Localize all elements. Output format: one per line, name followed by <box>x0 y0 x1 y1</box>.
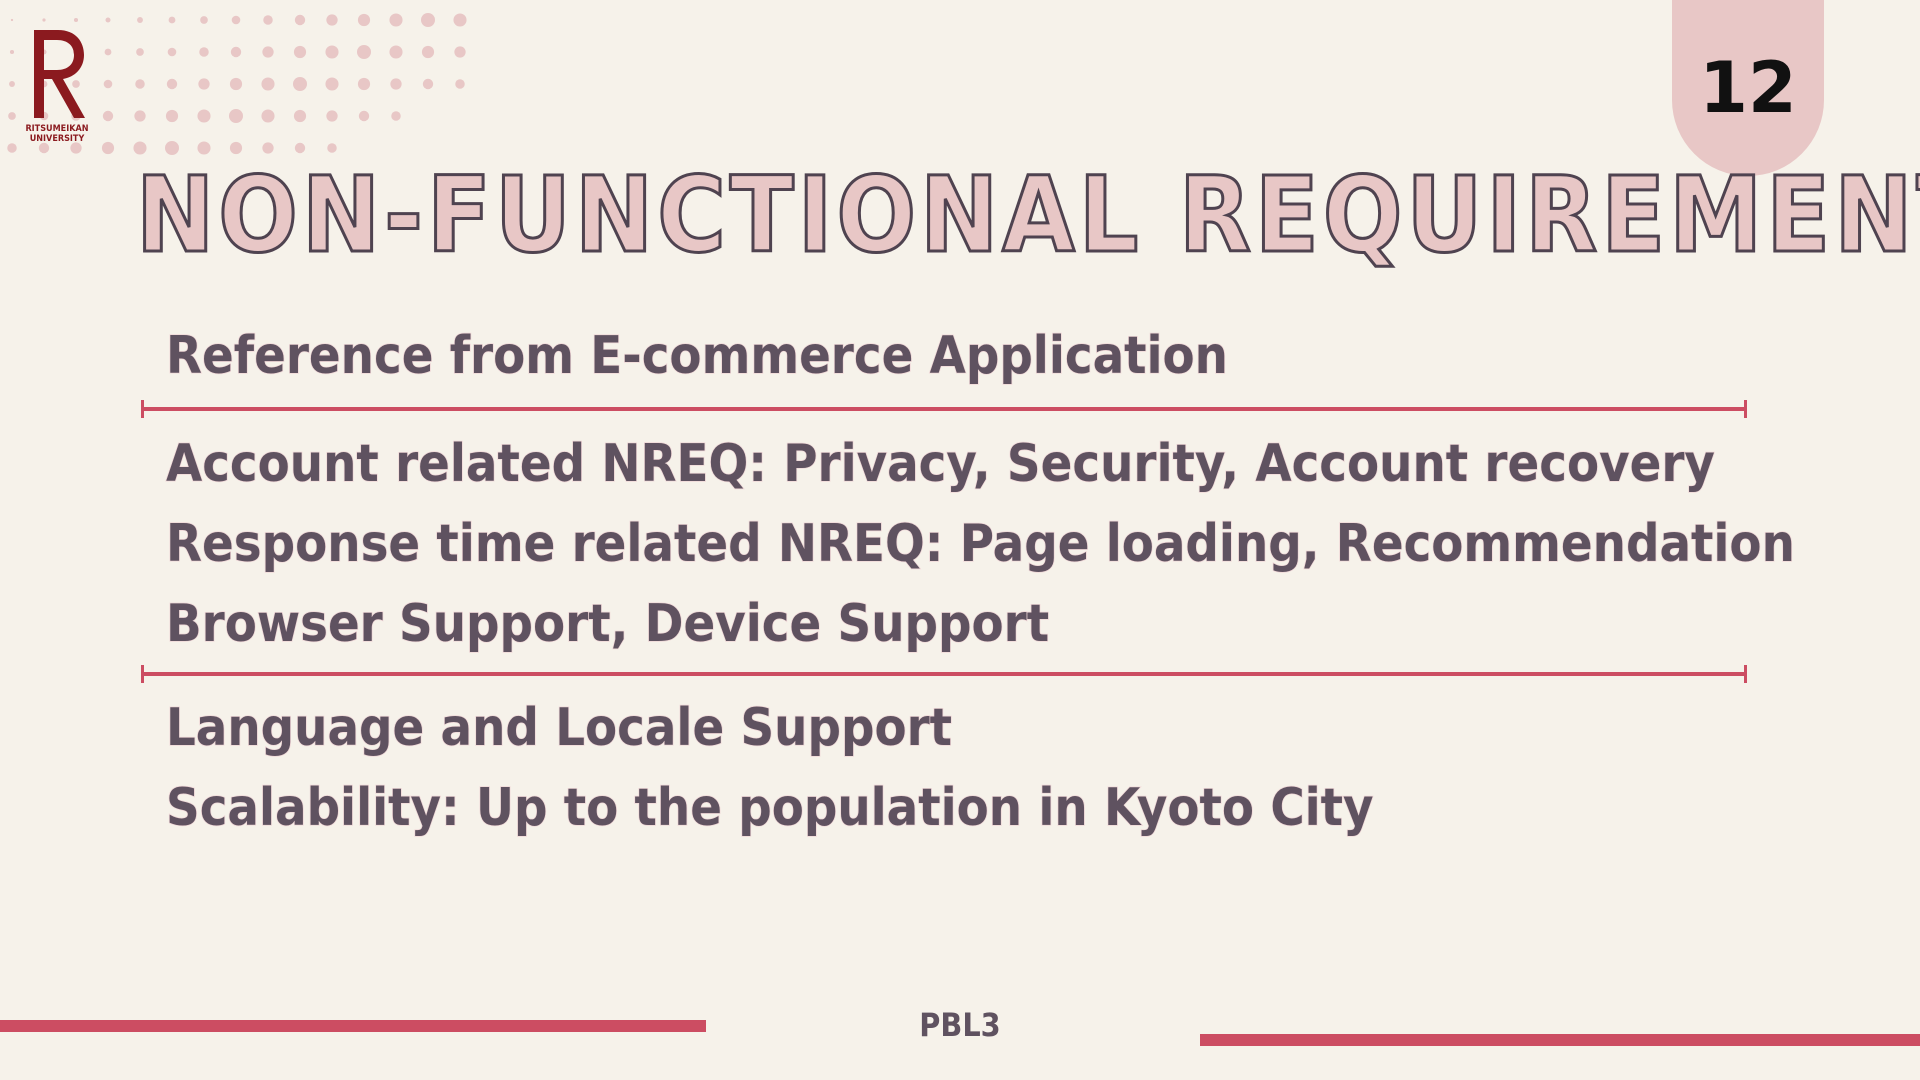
decorative-dot <box>42 18 46 22</box>
footer-bar-right <box>1200 1034 1920 1046</box>
decorative-dot <box>133 141 147 155</box>
decorative-dot <box>293 45 307 59</box>
page-number-tab: 12 <box>1672 0 1824 176</box>
decorative-dot <box>326 14 338 26</box>
decorative-dot <box>168 16 176 24</box>
requirement-item: Account related NREQ: Privacy, Security,… <box>165 433 1715 495</box>
decorative-dot <box>229 77 243 91</box>
decorative-dot <box>199 47 209 57</box>
decorative-dot <box>101 141 115 155</box>
decorative-dot <box>293 109 307 123</box>
decorative-dot <box>294 142 306 154</box>
decorative-dot <box>455 79 465 89</box>
decorative-dot <box>10 18 14 22</box>
decorative-dot <box>9 49 15 55</box>
requirement-item: Response time related NREQ: Page loading… <box>165 513 1795 575</box>
decorative-dot <box>293 77 307 91</box>
decorative-dot <box>197 141 211 155</box>
logo-line-2: UNIVERSITY <box>29 134 85 144</box>
decorative-dot <box>198 78 210 90</box>
decorative-dot <box>8 112 16 120</box>
decorative-dot <box>102 110 114 122</box>
decorative-dot <box>453 13 467 27</box>
decorative-dot <box>230 46 242 58</box>
decorative-dot <box>134 110 146 122</box>
footer-label: PBL3 <box>919 1006 1001 1044</box>
decorative-dot <box>135 79 145 89</box>
decorative-dot <box>421 13 435 27</box>
decorative-dot <box>104 48 112 56</box>
slide-title: NON-FUNCTIONAL REQUIREMENT <box>135 154 1920 276</box>
decorative-dot <box>263 15 273 25</box>
decorative-dot <box>262 46 274 58</box>
decorative-dot <box>136 48 144 56</box>
decorative-dot <box>7 143 17 153</box>
decorative-dot <box>391 111 401 121</box>
page-number: 12 <box>1699 47 1797 129</box>
decorative-dot <box>325 77 339 91</box>
footer-bar-left <box>0 1020 706 1032</box>
decorative-dot <box>262 142 274 154</box>
reference-line: Reference from E-commerce Application <box>165 325 1229 387</box>
decorative-dot <box>229 109 243 123</box>
decorative-dot <box>229 141 243 155</box>
decorative-dot <box>200 16 208 24</box>
divider-bottom <box>141 665 1747 683</box>
decorative-dot <box>9 81 15 87</box>
decorative-dot <box>390 78 402 90</box>
decorative-dot <box>454 46 466 58</box>
decorative-dot <box>357 77 371 91</box>
divider-top <box>141 400 1747 418</box>
requirement-group-2: Language and Locale Support Scalability:… <box>165 688 1374 848</box>
decorative-dot <box>166 78 178 90</box>
university-logo: RITSUMEIKAN UNIVERSITY <box>24 28 90 150</box>
decorative-dot <box>357 13 371 27</box>
decorative-dot <box>137 17 143 23</box>
requirement-item: Browser Support, Device Support <box>165 593 1050 655</box>
decorative-dot <box>197 109 211 123</box>
decorative-dot <box>421 45 435 59</box>
logo-wordmark: RITSUMEIKAN UNIVERSITY <box>24 124 90 144</box>
decorative-dot <box>422 78 434 90</box>
decorative-dot <box>358 110 370 122</box>
decorative-dot <box>231 15 241 25</box>
decorative-dot <box>327 143 337 153</box>
decorative-dot <box>325 45 339 59</box>
requirement-item: Language and Locale Support <box>165 697 953 759</box>
requirement-item: Scalability: Up to the population in Kyo… <box>165 777 1374 839</box>
requirement-group-1: Account related NREQ: Privacy, Security,… <box>165 424 1795 664</box>
logo-line-1: RITSUMEIKAN <box>25 124 89 134</box>
decorative-dot <box>167 47 177 57</box>
decorative-dot <box>389 45 403 59</box>
decorative-dot <box>103 79 113 89</box>
decorative-dot <box>105 17 111 23</box>
decorative-dot <box>261 109 275 123</box>
decorative-dot <box>261 77 275 91</box>
decorative-dot <box>357 45 371 59</box>
decorative-dot <box>326 110 338 122</box>
decorative-dot <box>165 141 179 155</box>
decorative-dot <box>165 109 179 123</box>
decorative-dot <box>294 14 306 26</box>
decorative-dot <box>389 13 403 27</box>
decorative-dot <box>73 17 79 23</box>
r-logo-icon <box>34 30 85 118</box>
